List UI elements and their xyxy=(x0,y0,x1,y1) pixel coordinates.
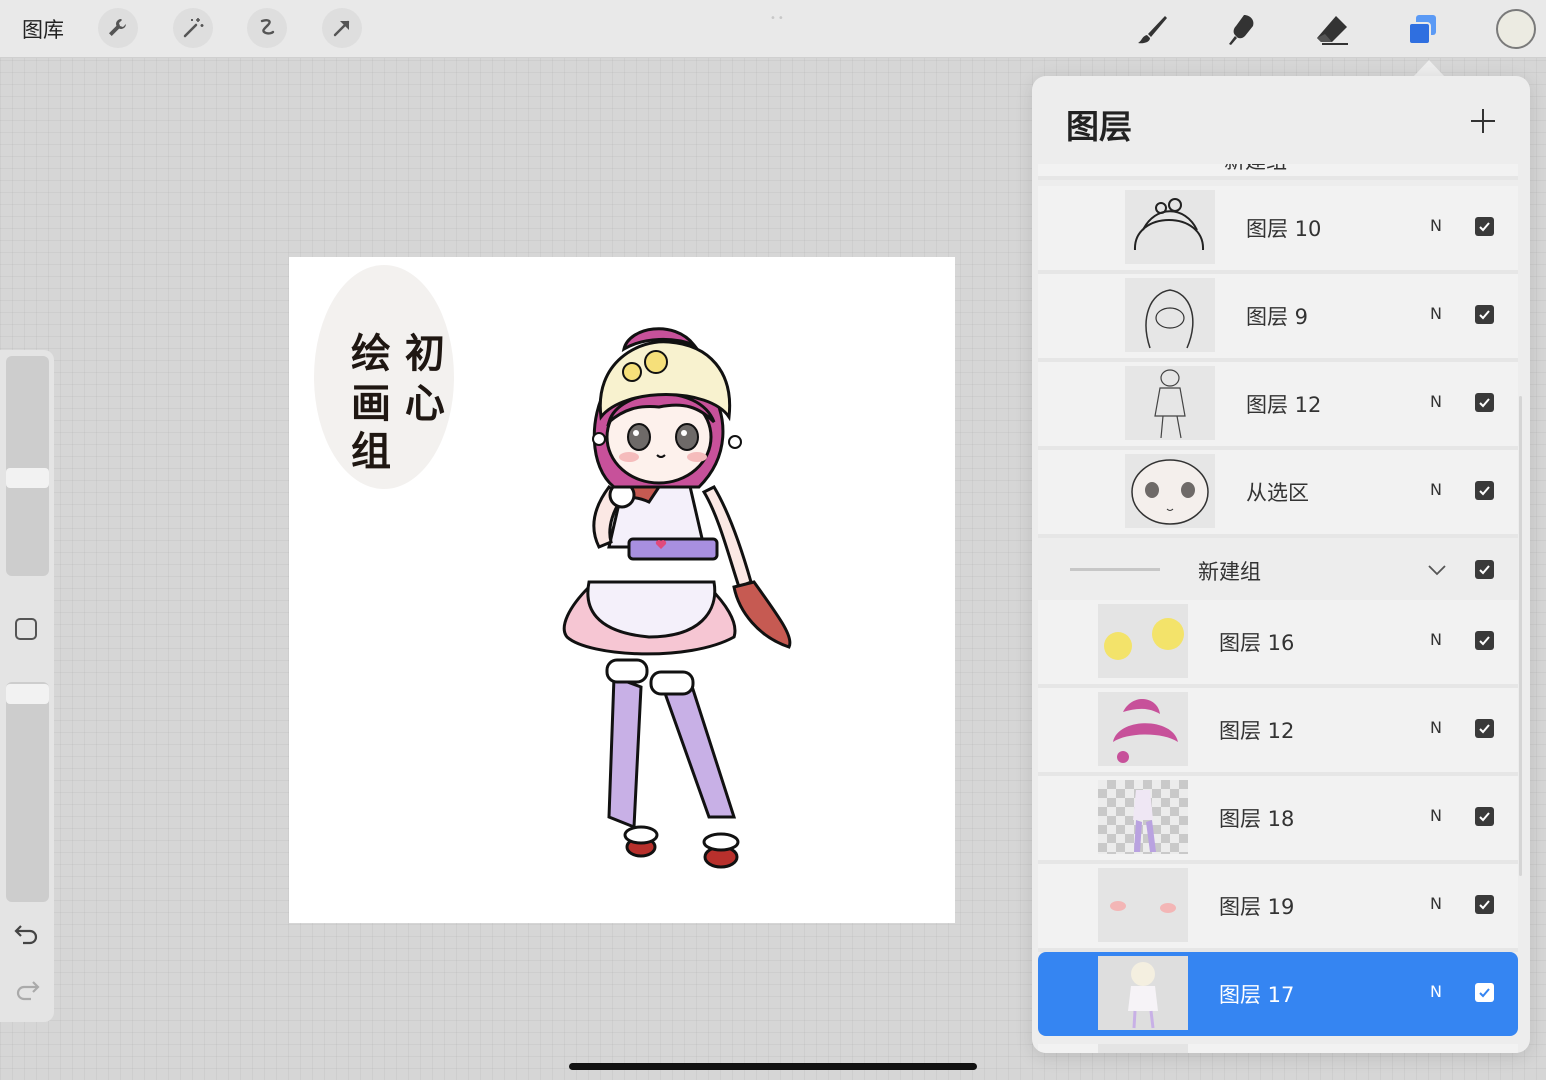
top-drag-handle[interactable]: •• xyxy=(770,13,788,24)
eraser-icon[interactable] xyxy=(1312,10,1352,50)
home-indicator xyxy=(569,1063,977,1070)
drawing-canvas[interactable]: 绘 初 画 心 组 xyxy=(289,257,955,923)
visibility-checkbox[interactable] xyxy=(1475,560,1494,579)
layer-name: 图层 12 xyxy=(1219,719,1295,743)
layer-thumbnail xyxy=(1125,190,1215,264)
layer-thumbnail xyxy=(1125,454,1215,528)
layer-name: 图层 10 xyxy=(1246,217,1322,241)
transform-arrow-icon[interactable] xyxy=(322,8,362,48)
opacity-thumb[interactable] xyxy=(6,684,49,704)
layer-thumbnail xyxy=(1098,1044,1188,1053)
visibility-checkbox[interactable] xyxy=(1475,719,1494,738)
layer-group-row[interactable]: 新建组 xyxy=(1038,538,1518,600)
blend-mode-button[interactable]: N xyxy=(1430,392,1442,411)
layer-thumbnail xyxy=(1098,604,1188,678)
character-illustration: 绘 初 画 心 组 xyxy=(314,265,792,869)
layer-row[interactable]: 图层 12 N xyxy=(1038,362,1518,450)
visibility-checkbox[interactable] xyxy=(1475,481,1494,500)
wrench-icon[interactable] xyxy=(98,8,138,48)
visibility-checkbox[interactable] xyxy=(1475,631,1494,650)
calligraphy-line-1: 绘 初 xyxy=(351,330,445,377)
chevron-down-icon[interactable] xyxy=(1426,558,1448,580)
layer-name: 图层 16 xyxy=(1219,631,1295,655)
visibility-checkbox[interactable] xyxy=(1475,393,1494,412)
blend-mode-button[interactable]: N xyxy=(1430,304,1442,323)
partial-layer-row[interactable] xyxy=(1038,1044,1518,1053)
opacity-slider[interactable] xyxy=(6,682,49,902)
top-toolbar: 图库 •• xyxy=(0,0,1546,58)
redo-icon[interactable] xyxy=(13,976,41,1004)
layers-panel-title: 图层 xyxy=(1066,107,1132,146)
left-sidebar xyxy=(0,350,54,1022)
visibility-checkbox[interactable] xyxy=(1475,983,1494,1002)
blend-mode-button[interactable]: N xyxy=(1430,718,1442,737)
layer-thumbnail xyxy=(1098,692,1188,766)
layer-thumbnail xyxy=(1098,956,1188,1030)
selection-icon[interactable] xyxy=(247,8,287,48)
layer-thumbnail xyxy=(1125,366,1215,440)
blend-mode-button[interactable]: N xyxy=(1430,216,1442,235)
blend-mode-button[interactable]: N xyxy=(1430,806,1442,825)
blend-mode-button[interactable]: N xyxy=(1430,480,1442,499)
brush-icon[interactable] xyxy=(1132,10,1172,50)
calligraphy-line-3: 组 xyxy=(351,428,391,475)
blend-mode-button[interactable]: N xyxy=(1430,982,1442,1001)
partial-group-name: 新建组 xyxy=(1224,164,1287,175)
layers-panel: 图层 新建组 图层 10 N 图层 9 N 图 xyxy=(1032,76,1530,1053)
visibility-checkbox[interactable] xyxy=(1475,217,1494,236)
blend-mode-button[interactable]: N xyxy=(1430,630,1442,649)
smudge-icon[interactable] xyxy=(1222,10,1262,50)
magic-wand-icon[interactable] xyxy=(173,8,213,48)
layer-row[interactable]: 图层 10 N xyxy=(1038,186,1518,274)
layer-name: 图层 18 xyxy=(1219,807,1295,831)
layer-row[interactable]: 从选区 N xyxy=(1038,450,1518,538)
layer-name: 图层 19 xyxy=(1219,895,1295,919)
visibility-checkbox[interactable] xyxy=(1475,895,1494,914)
gallery-button[interactable]: 图库 xyxy=(22,14,64,44)
layer-list-scrollbar[interactable] xyxy=(1519,396,1522,876)
eyedropper-modifier-button[interactable] xyxy=(15,618,37,640)
brush-size-slider[interactable] xyxy=(6,356,49,576)
add-layer-plus-icon[interactable] xyxy=(1468,106,1498,136)
layer-row-selected[interactable]: 图层 17 N xyxy=(1038,952,1518,1036)
group-name: 新建组 xyxy=(1198,560,1261,584)
layer-list[interactable]: 新建组 图层 10 N 图层 9 N 图层 12 N xyxy=(1038,164,1524,1053)
layers-icon[interactable] xyxy=(1402,10,1442,50)
visibility-checkbox[interactable] xyxy=(1475,807,1494,826)
group-thumbnail xyxy=(1070,568,1160,571)
calligraphy-line-2: 画 心 xyxy=(351,380,445,427)
visibility-checkbox[interactable] xyxy=(1475,305,1494,324)
layer-name: 从选区 xyxy=(1246,481,1309,505)
layer-thumbnail xyxy=(1098,868,1188,942)
layer-name: 图层 12 xyxy=(1246,393,1322,417)
panel-pointer xyxy=(1413,60,1445,77)
layer-thumbnail xyxy=(1098,780,1188,854)
layer-row[interactable]: 图层 18 N xyxy=(1038,776,1518,864)
layer-thumbnail xyxy=(1125,278,1215,352)
partial-group-row[interactable]: 新建组 xyxy=(1038,164,1518,180)
layer-row[interactable]: 图层 16 N xyxy=(1038,600,1518,688)
layer-row[interactable]: 图层 9 N xyxy=(1038,274,1518,362)
blend-mode-button[interactable]: N xyxy=(1430,894,1442,913)
undo-icon[interactable] xyxy=(13,920,41,948)
layer-row[interactable]: 图层 19 N xyxy=(1038,864,1518,952)
layer-name: 图层 9 xyxy=(1246,305,1309,329)
layer-name: 图层 17 xyxy=(1219,983,1295,1007)
brush-size-thumb[interactable] xyxy=(6,468,49,488)
layer-row[interactable]: 图层 12 N xyxy=(1038,688,1518,776)
color-swatch[interactable] xyxy=(1496,9,1536,49)
